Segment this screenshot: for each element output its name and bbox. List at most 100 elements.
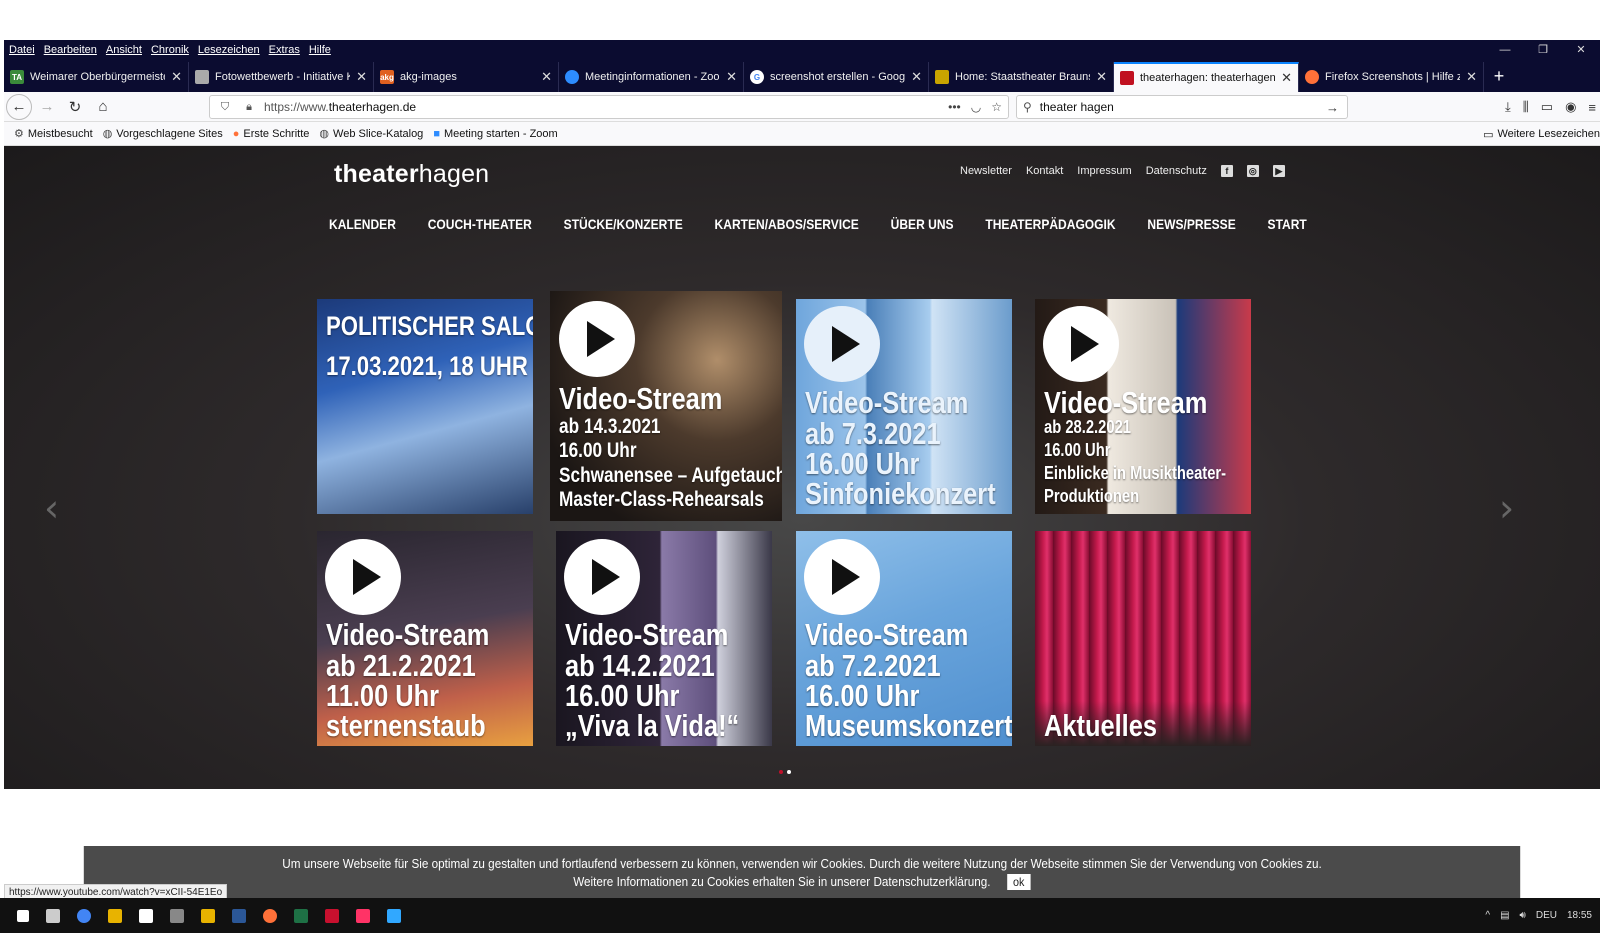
nav-theaterpaedagogik[interactable]: THEATERPÄDAGOGIK <box>985 216 1115 232</box>
tile-museumskonzert[interactable]: Video-Stream ab 7.2.2021 16.00 Uhr Museu… <box>796 531 1012 746</box>
play-icon[interactable] <box>804 539 880 615</box>
photoshop-icon[interactable] <box>387 908 401 923</box>
language-indicator[interactable]: DEU <box>1536 910 1557 921</box>
new-tab-icon[interactable]: + <box>1484 62 1514 92</box>
tab-staatstheater[interactable]: Home: Staatstheater Braunschw ✕ <box>929 62 1114 92</box>
tile-viva-la-vida[interactable]: Video-Stream ab 14.2.2021 16.00 Uhr „Viv… <box>556 531 772 746</box>
site-logo[interactable]: theaterhagen <box>334 160 489 189</box>
bookmark-erste-schritte[interactable]: ● Erste Schritte <box>233 128 310 140</box>
tab-akg[interactable]: akg akg-images ✕ <box>374 62 559 92</box>
menu-chronik[interactable]: Chronik <box>151 44 189 56</box>
restore-icon[interactable]: ❐ <box>1524 40 1562 60</box>
tab-theaterhagen[interactable]: theaterhagen: theaterhagen ✕ <box>1114 62 1299 92</box>
minimize-icon[interactable]: — <box>1486 40 1524 60</box>
search-input[interactable]: ⚲ theater hagen → <box>1016 95 1348 119</box>
app-icon[interactable] <box>201 908 215 923</box>
account-icon[interactable]: ◉ <box>1565 99 1576 115</box>
nav-ueber-uns[interactable]: ÜBER UNS <box>891 216 954 232</box>
excel-icon[interactable] <box>294 908 308 923</box>
nav-karten-abos-service[interactable]: KARTEN/ABOS/SERVICE <box>715 216 859 232</box>
youtube-icon[interactable]: ▶ <box>1272 165 1285 177</box>
task-view-icon[interactable] <box>46 908 60 923</box>
slider-dot-2[interactable] <box>787 770 791 774</box>
indesign-icon[interactable] <box>356 908 370 923</box>
tab-google[interactable]: Gscreenshot erstellen - Google ✕ <box>744 62 929 92</box>
bookmark-meistbesucht[interactable]: ⚙ Meistbesucht <box>14 127 93 141</box>
close-tab-icon[interactable]: ✕ <box>1466 69 1477 85</box>
facebook-icon[interactable]: f <box>1220 165 1233 177</box>
tile-musiktheater[interactable]: Video-Stream ab 28.2.2021 16.00 Uhr Einb… <box>1035 299 1251 514</box>
reload-icon[interactable]: ↻ <box>62 94 88 120</box>
tab-firefox-screenshots[interactable]: Firefox Screenshots | Hilfe zu Fi ✕ <box>1299 62 1484 92</box>
tab-fotowettbewerb[interactable]: Fotowettbewerb - Initiative Kul ✕ <box>189 62 374 92</box>
menu-datei[interactable]: Datei <box>9 44 35 56</box>
menu-bearbeiten[interactable]: Bearbeiten <box>44 44 97 56</box>
pocket-icon[interactable]: ◡ <box>971 100 981 114</box>
play-icon[interactable] <box>564 539 640 615</box>
tile-aktuelles[interactable]: Aktuelles <box>1035 531 1251 746</box>
volume-icon[interactable]: 🔊︎ <box>1520 910 1526 921</box>
chevron-right-icon[interactable]: › <box>1499 486 1514 530</box>
tile-sinfoniekonzert[interactable]: Video-Stream ab 7.3.2021 16.00 Uhr Sinfo… <box>796 299 1012 514</box>
menu-lesezeichen[interactable]: Lesezeichen <box>198 44 260 56</box>
link-kontakt[interactable]: Kontakt <box>1026 165 1063 177</box>
close-tab-icon[interactable]: ✕ <box>541 69 552 85</box>
tile-politischer-salon[interactable]: POLITISCHER SALON - 17.03.2021, 18 UHR <box>317 299 533 514</box>
bookmark-star-icon[interactable]: ☆ <box>991 100 1002 114</box>
tab-weimar[interactable]: TA Weimarer Oberbürgermeister z ✕ <box>4 62 189 92</box>
play-icon[interactable] <box>559 301 635 377</box>
nav-couch-theater[interactable]: COUCH-THEATER <box>428 216 532 232</box>
clock[interactable]: 18:55 <box>1567 910 1592 921</box>
close-tab-icon[interactable]: ✕ <box>911 69 922 85</box>
instagram-icon[interactable]: ◎ <box>1246 165 1259 177</box>
play-icon[interactable] <box>804 306 880 382</box>
close-window-icon[interactable]: ✕ <box>1562 40 1600 60</box>
forward-icon[interactable]: → <box>34 94 60 120</box>
page-actions-icon[interactable]: ••• <box>948 100 961 114</box>
tile-sternenstaub[interactable]: Video-Stream ab 21.2.2021 11.00 Uhr ster… <box>317 531 533 746</box>
play-icon[interactable] <box>1043 306 1119 382</box>
explorer-icon[interactable] <box>108 908 122 923</box>
link-datenschutz[interactable]: Datenschutz <box>1146 165 1207 177</box>
tile-schwanensee[interactable]: Video-Stream ab 14.3.2021 16.00 Uhr Schw… <box>550 291 782 521</box>
acrobat-icon[interactable] <box>325 908 339 923</box>
link-impressum[interactable]: Impressum <box>1077 165 1131 177</box>
nav-start[interactable]: START <box>1268 216 1307 232</box>
chevron-left-icon[interactable]: ‹ <box>44 486 59 530</box>
cookie-privacy-link[interactable]: Datenschutzerklärung. <box>873 874 990 889</box>
back-icon[interactable]: ← <box>6 93 32 120</box>
nav-news-presse[interactable]: NEWS/PRESSE <box>1147 216 1235 232</box>
menu-hilfe[interactable]: Hilfe <box>309 44 331 56</box>
download-icon[interactable]: ⤓ <box>1505 99 1511 115</box>
close-tab-icon[interactable]: ✕ <box>1281 70 1292 86</box>
firefox-icon[interactable] <box>263 908 277 923</box>
tab-zoom[interactable]: Meetinginformationen - Zoom ✕ <box>559 62 744 92</box>
menu-ansicht[interactable]: Ansicht <box>106 44 142 56</box>
url-bar[interactable]: ⛉ 🔒︎ https://www.theaterhagen.de ••• ◡ ☆ <box>209 95 1009 119</box>
chevron-up-icon[interactable]: ^ <box>1485 910 1490 921</box>
network-icon[interactable]: ▤ <box>1500 910 1509 921</box>
bookmark-zoom[interactable]: ■ Meeting starten - Zoom <box>433 128 557 140</box>
menu-extras[interactable]: Extras <box>269 44 300 56</box>
slider-dot-1[interactable] <box>779 770 783 774</box>
close-tab-icon[interactable]: ✕ <box>171 69 182 85</box>
bookmark-weitere[interactable]: ▭ Weitere Lesezeichen <box>1483 122 1600 146</box>
close-tab-icon[interactable]: ✕ <box>1096 69 1107 85</box>
close-tab-icon[interactable]: ✕ <box>726 69 737 85</box>
close-tab-icon[interactable]: ✕ <box>356 69 367 85</box>
lock-icon[interactable]: 🔒︎ <box>240 101 258 114</box>
store-icon[interactable] <box>139 908 153 923</box>
app-icon[interactable] <box>170 908 184 923</box>
shield-icon[interactable]: ⛉ <box>216 101 234 114</box>
hamburger-menu-icon[interactable]: ≡ <box>1588 100 1596 115</box>
cookie-ok-button[interactable]: ok <box>1006 874 1031 890</box>
nav-stuecke-konzerte[interactable]: STÜCKE/KONZERTE <box>564 216 683 232</box>
windows-start-icon[interactable] <box>17 909 29 922</box>
chrome-icon[interactable] <box>77 908 91 923</box>
sidebar-icon[interactable]: ▭ <box>1541 99 1553 115</box>
bookmark-web-slice[interactable]: ◍ Web Slice-Katalog <box>319 127 423 141</box>
nav-kalender[interactable]: KALENDER <box>329 216 396 232</box>
word-icon[interactable] <box>232 908 246 923</box>
search-go-icon[interactable]: → <box>1326 100 1339 115</box>
url-text[interactable]: https://www.theaterhagen.de <box>264 100 416 114</box>
